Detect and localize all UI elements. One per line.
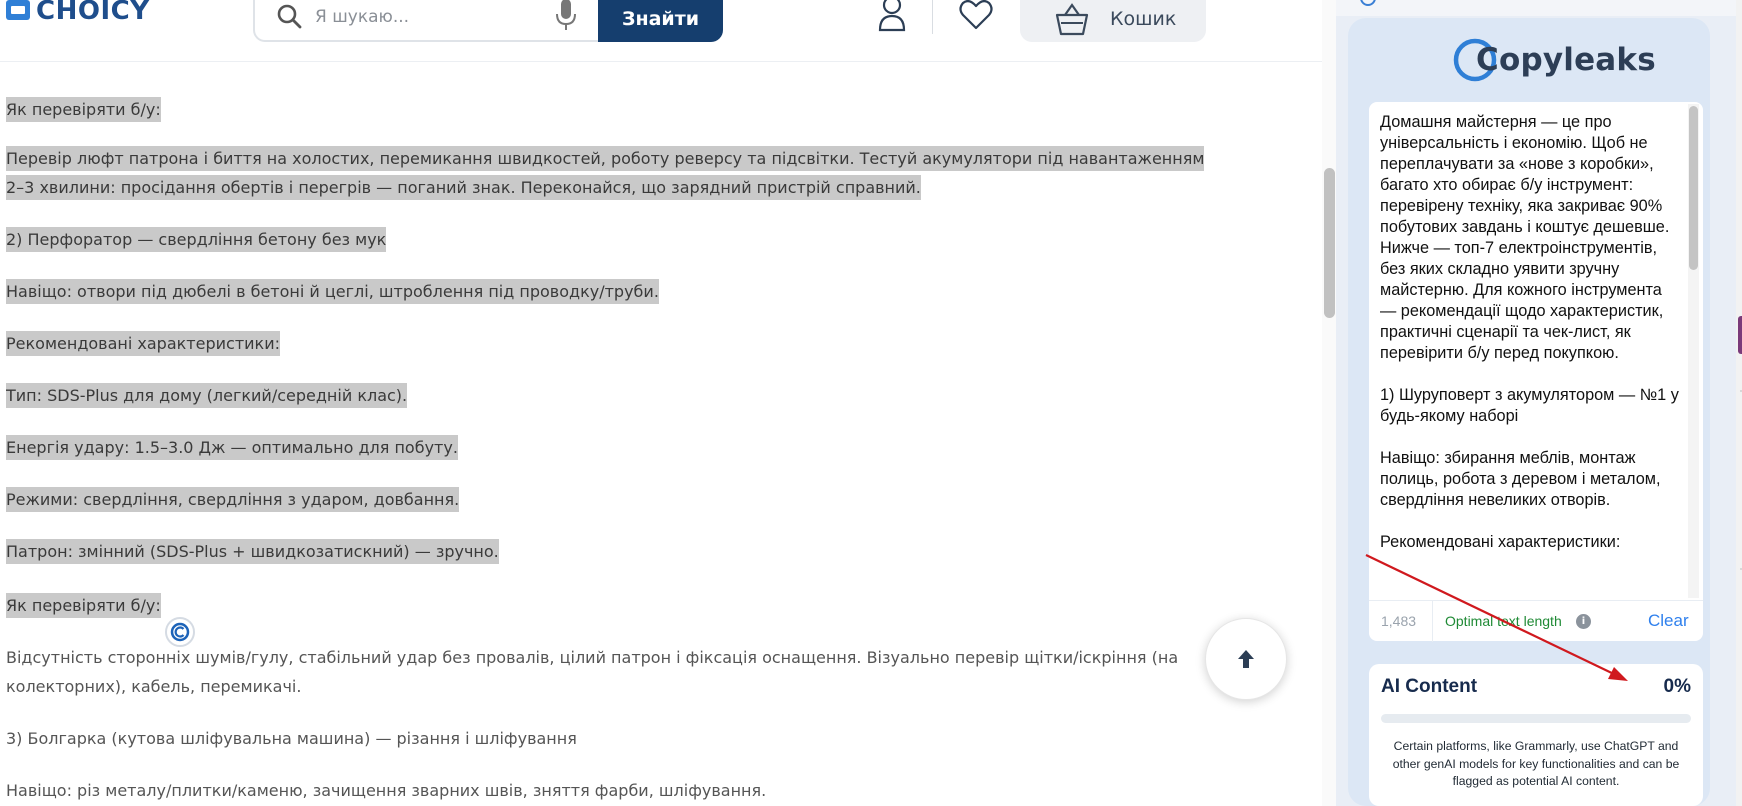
right-edge-marker [1738,316,1742,354]
info-icon[interactable]: i [1576,614,1591,629]
article-line: 2–3 хвилини: просідання обертів і перегр… [6,173,921,202]
header-divider [932,0,933,34]
clear-button[interactable]: Clear [1648,611,1689,631]
ai-content-card: AI Content 0% Certain platforms, like Gr… [1369,664,1703,806]
microphone-icon[interactable] [552,0,580,32]
copyleaks-logo: Copyleaks [1452,36,1656,84]
article-line: Як перевіряти б/у: [6,95,161,124]
user-account-icon[interactable] [874,0,910,32]
wishlist-heart-icon[interactable] [958,0,994,32]
copyleaks-text-input[interactable]: Домашня майстерня — це про універсальніс… [1369,102,1703,642]
page-scrollbar-thumb[interactable] [1324,168,1335,318]
article-line: колекторних), кабель, перемикачі. [6,677,302,696]
article-subheading: 3) Болгарка (кутова шліфувальна машина) … [6,729,577,748]
site-header: CHOICY Знайти Кошик [0,0,1322,62]
logo-icon [6,0,30,20]
article-line: Навіщо: різ металу/плитки/каменю, зачище… [6,781,767,800]
ai-content-title: AI Content [1381,676,1478,697]
copyleaks-inline-badge-icon[interactable] [165,617,195,647]
basket-icon [1055,3,1089,36]
ai-content-progress-bar [1381,714,1691,723]
search-box [253,0,599,42]
copyleaks-logo-text: Copyleaks [1476,42,1656,78]
article-line: Тип: SDS-Plus для дому (легкий/середній … [6,381,408,410]
article-line: Рекомендовані характеристики: [6,329,280,358]
article-content: Як перевіряти б/у: Перевір люфт патрона … [6,62,1306,806]
logo-text: CHOICY [36,0,150,26]
ai-content-description: Certain platforms, like Grammarly, use C… [1392,739,1680,788]
find-button[interactable]: Знайти [598,0,723,42]
scroll-to-top-button[interactable] [1205,618,1287,700]
cart-label: Кошик [1110,8,1177,30]
site-logo[interactable]: CHOICY [4,0,150,26]
character-count: 1,483 [1381,613,1417,629]
ai-content-percent: 0% [1663,676,1691,697]
cart-button[interactable]: Кошик [1020,0,1206,42]
article-line: Перевір люфт патрона і биття на холостих… [6,144,1205,173]
article-line: Навіщо: отвори під дюбелі в бетоні й цег… [6,277,659,306]
copyleaks-input-footer: 1,483 Optimal text length i Clear [1369,600,1703,642]
article-line: Відсутність сторонніх шумів/гулу, стабіл… [6,648,1179,667]
search-icon[interactable] [275,2,303,30]
copyleaks-text-content[interactable]: Домашня майстерня — це про універсальніс… [1380,112,1682,600]
extension-top-strip [1336,0,1742,16]
right-edge-strip [1736,0,1742,806]
article-line: Енергія удару: 1.5–3.0 Дж — оптимально д… [6,433,458,462]
arrow-up-icon [1238,650,1254,668]
textbox-scrollbar-thumb[interactable] [1689,106,1698,270]
article-subheading: 2) Перфоратор — свердління бетону без му… [6,225,387,254]
length-status: Optimal text length [1445,613,1562,629]
footer-divider [1432,601,1433,642]
article-line: Як перевіряти б/у: [6,591,161,620]
article-line: Режими: свердління, свердління з ударом,… [6,485,460,514]
article-line: Патрон: змінний (SDS-Plus + швидкозатиск… [6,537,499,566]
search-input[interactable] [315,4,535,30]
